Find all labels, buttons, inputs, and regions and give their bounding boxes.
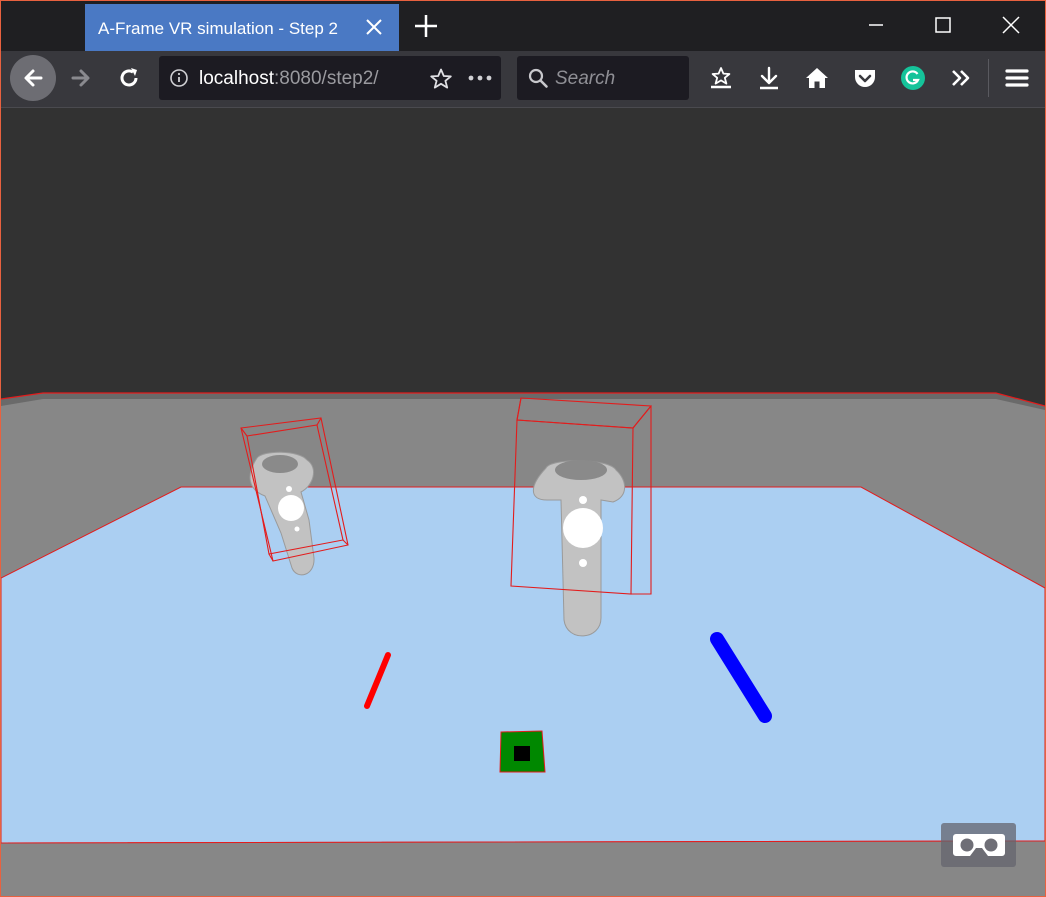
target-pad-center [514,746,530,761]
maximize-icon[interactable] [930,12,956,38]
left-controller-tracking-ring [262,455,298,473]
enter-vr-button[interactable] [941,823,1016,867]
left-controller-system-button [294,526,300,532]
vr-headset-icon [952,834,1005,856]
star-icon[interactable] [429,67,453,91]
hamburger-menu-icon [1005,69,1029,87]
info-icon[interactable] [169,68,189,88]
grammarly-icon [901,66,925,90]
right-controller-tracking-ring [555,460,607,480]
minimize-icon[interactable] [863,12,889,38]
pocket-button[interactable] [843,56,887,100]
floor [1,486,1045,844]
chevron-double-right-icon [952,70,970,86]
reload-button[interactable] [107,56,151,100]
search-box[interactable]: Search [517,56,689,100]
library-button[interactable] [699,56,743,100]
plus-icon[interactable] [413,13,439,39]
download-icon [760,66,778,90]
home-button[interactable] [795,56,839,100]
right-controller-trackpad [563,508,603,548]
vr-scene[interactable] [1,108,1045,897]
forward-button[interactable] [59,56,103,100]
left-controller-trackpad [278,495,304,521]
search-icon [528,68,548,88]
tab-title: A-Frame VR simulation - Step 2 [98,19,338,38]
navigation-toolbar: localhost:8080/step2/ Search [1,51,1045,108]
url-path: :8080/step2/ [274,68,379,89]
active-tab[interactable]: A-Frame VR simulation - Step 2 [85,4,399,51]
right-controller-menu-button [579,496,587,504]
home-icon [806,68,828,88]
search-placeholder: Search [555,68,616,89]
close-icon[interactable] [363,16,385,38]
arrow-left-icon [24,69,43,87]
window-close-icon[interactable] [998,12,1024,38]
browser-window: A-Frame VR simulation - Step 2 localhost… [0,0,1046,897]
library-icon [711,67,731,89]
left-controller-menu-button [286,486,292,492]
vr-scene-viewport[interactable] [1,108,1045,897]
front-ledge [1,841,1045,896]
overflow-button[interactable] [939,56,983,100]
back-button[interactable] [10,55,56,101]
address-bar[interactable]: localhost:8080/step2/ [159,56,501,100]
more-horizontal-icon[interactable] [467,70,493,86]
pocket-icon [855,70,875,87]
reload-icon [120,68,138,87]
grammarly-button[interactable] [891,56,935,100]
downloads-button[interactable] [747,56,791,100]
toolbar-divider [988,59,989,97]
url-host: localhost [199,68,274,89]
url-text: localhost:8080/step2/ [199,68,379,90]
title-bar: A-Frame VR simulation - Step 2 [1,1,1045,51]
right-controller-system-button [579,559,587,567]
arrow-right-icon [71,69,90,87]
menu-button[interactable] [995,56,1039,100]
